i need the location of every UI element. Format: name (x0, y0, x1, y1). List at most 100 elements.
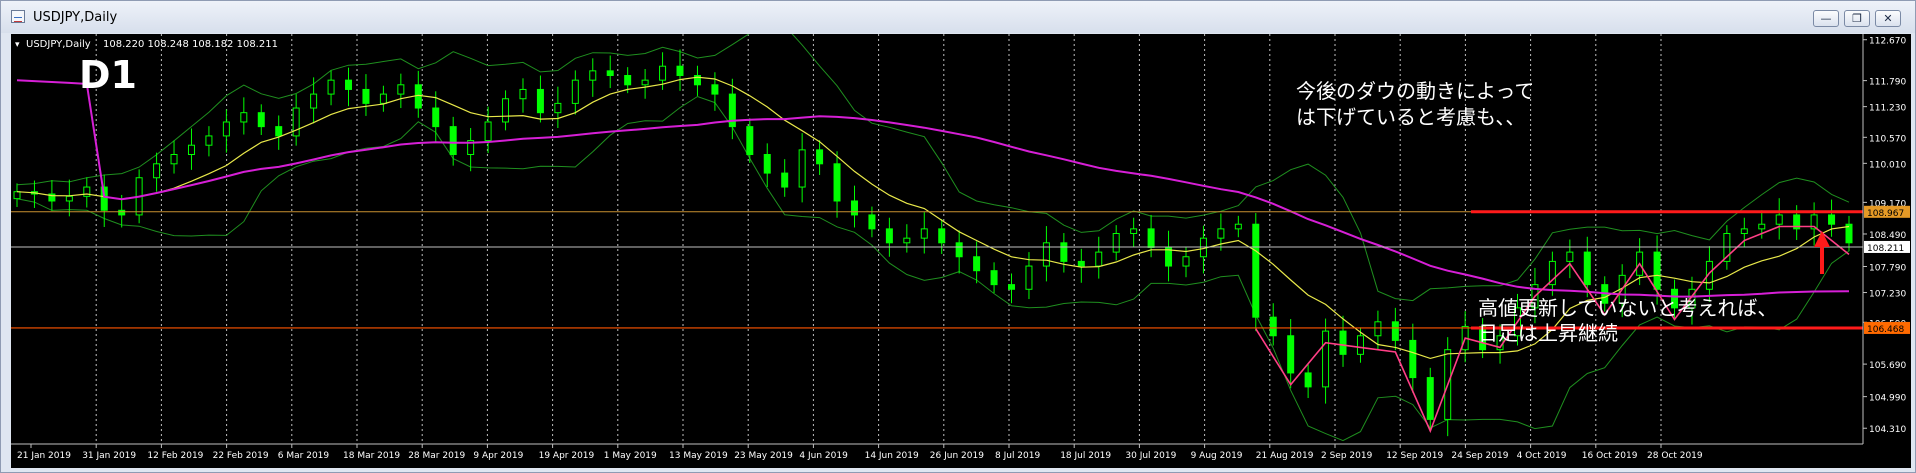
time-tick-label: 9 Apr 2019 (473, 451, 523, 461)
candles-layer (13, 49, 1853, 437)
time-tick-label: 9 Aug 2019 (1191, 451, 1243, 461)
candle-body (13, 191, 21, 200)
candle-body (554, 102, 562, 114)
time-tick-label: 18 Jul 2019 (1060, 451, 1111, 461)
candle-body (1095, 251, 1103, 267)
time-tick-label: 8 Jul 2019 (995, 451, 1040, 461)
candle-body (1252, 223, 1260, 318)
level-price-label: 108.967 (1867, 209, 1904, 219)
candle-body (310, 93, 318, 109)
candle-body (187, 144, 195, 156)
candle-body (257, 112, 265, 128)
time-tick-label: 2 Sep 2019 (1321, 451, 1373, 461)
candle-body (222, 121, 230, 137)
time-tick-label: 24 Sep 2019 (1451, 451, 1508, 461)
price-tick-label: 108.490 (1869, 231, 1906, 241)
time-tick-label: 23 May 2019 (734, 451, 793, 461)
upper-note-line-1: 今後のダウの動きによって (1296, 79, 1534, 103)
candle-body (1758, 223, 1766, 230)
close-button[interactable]: ✕ (1875, 10, 1901, 27)
ohlc-values: 108.220 108.248 108.182 108.211 (103, 39, 278, 50)
candle-body (659, 65, 667, 81)
time-tick-label: 30 Jul 2019 (1125, 451, 1176, 461)
candle-body (589, 70, 597, 81)
chart-window: USDJPY,Daily — ❐ ✕ 112.670 111.790 111.230… (0, 0, 1916, 473)
price-tick-label: 105.690 (1869, 361, 1906, 371)
candle-body (920, 228, 928, 239)
candle-body (763, 154, 771, 174)
candle-body (1042, 242, 1050, 267)
time-tick-label: 22 Feb 2019 (213, 451, 269, 461)
price-tick-label: 107.230 (1869, 290, 1906, 300)
time-tick-label: 16 Oct 2019 (1582, 451, 1638, 461)
candle-body (1304, 372, 1312, 388)
candle-body (1583, 251, 1591, 286)
candle-body (153, 163, 161, 179)
candle-body (327, 79, 335, 95)
candle-body (833, 163, 841, 202)
candle-body (275, 126, 283, 137)
time-tick-label: 21 Jan 2019 (17, 451, 71, 461)
minimize-button[interactable]: — (1813, 10, 1839, 27)
candle-body (1339, 330, 1347, 355)
time-tick-label: 28 Oct 2019 (1647, 451, 1703, 461)
candle-body (1130, 228, 1138, 235)
candle-body (118, 209, 126, 216)
candle-body (1775, 214, 1783, 225)
candle-body (502, 98, 510, 123)
lower-note-line-1: 高値更新していないと考えれば、 (1478, 296, 1777, 320)
candle-body (345, 79, 353, 90)
candle-body (1426, 377, 1434, 420)
upper-note-line-2: は下げていると考慮も、、 (1296, 105, 1525, 129)
candle-body (850, 200, 858, 216)
candle-body (1008, 284, 1016, 290)
chart-window-icon (11, 10, 25, 23)
candle-body (1566, 251, 1574, 262)
candle-body (1391, 321, 1399, 341)
level-price-label: 108.211 (1867, 244, 1904, 254)
candle-body (1828, 214, 1836, 225)
restore-button[interactable]: ❐ (1844, 10, 1870, 27)
level-price-label: 106.468 (1867, 325, 1904, 335)
price-chart[interactable]: 112.670111.790111.230110.570110.010109.1… (11, 34, 1911, 468)
candle-body (1060, 242, 1068, 262)
candle-body (1322, 330, 1330, 388)
time-tick-label: 13 May 2019 (669, 451, 728, 461)
lower-note-line-2: 日足は上昇継続 (1478, 321, 1618, 345)
candle-body (1287, 335, 1295, 374)
candle-body (414, 84, 422, 109)
price-tick-label: 112.670 (1869, 37, 1906, 47)
candle-body (519, 88, 527, 100)
candle-body (676, 65, 684, 77)
candle-body (83, 186, 91, 197)
price-axis: 112.670111.790111.230110.570110.010109.1… (1862, 34, 1911, 468)
candle-body (641, 79, 649, 86)
price-tick-label: 110.570 (1869, 134, 1906, 144)
candle-body (746, 126, 754, 156)
candle-body (1740, 228, 1748, 235)
candle-body (1182, 256, 1190, 267)
symbol-label: USDJPY,Daily (26, 39, 91, 50)
candle-body (240, 112, 248, 123)
candle-body (1112, 233, 1120, 253)
candle-body (938, 228, 946, 244)
candle-body (1653, 251, 1661, 290)
candle-body (1269, 316, 1277, 337)
price-tick-label: 110.010 (1869, 160, 1906, 170)
candle-body (606, 70, 614, 77)
candle-body (816, 149, 824, 165)
candle-body (205, 135, 213, 146)
candle-body (1356, 335, 1364, 355)
candle-body (868, 214, 876, 230)
price-tick-label: 111.790 (1869, 78, 1906, 88)
candle-body (711, 84, 719, 95)
time-tick-label: 26 Jun 2019 (930, 451, 984, 461)
candle-body (955, 242, 963, 258)
time-tick-label: 31 Jan 2019 (82, 451, 136, 461)
time-tick-label: 1 May 2019 (604, 451, 657, 461)
chart-area[interactable]: 112.670 111.790 111.230 110.570 110.010 109.1… (11, 34, 1911, 468)
time-tick-label: 12 Sep 2019 (1386, 451, 1443, 461)
title-bar[interactable]: USDJPY,Daily — ❐ ✕ (1, 1, 1915, 33)
candle-body (798, 149, 806, 188)
time-tick-label: 6 Mar 2019 (278, 451, 330, 461)
